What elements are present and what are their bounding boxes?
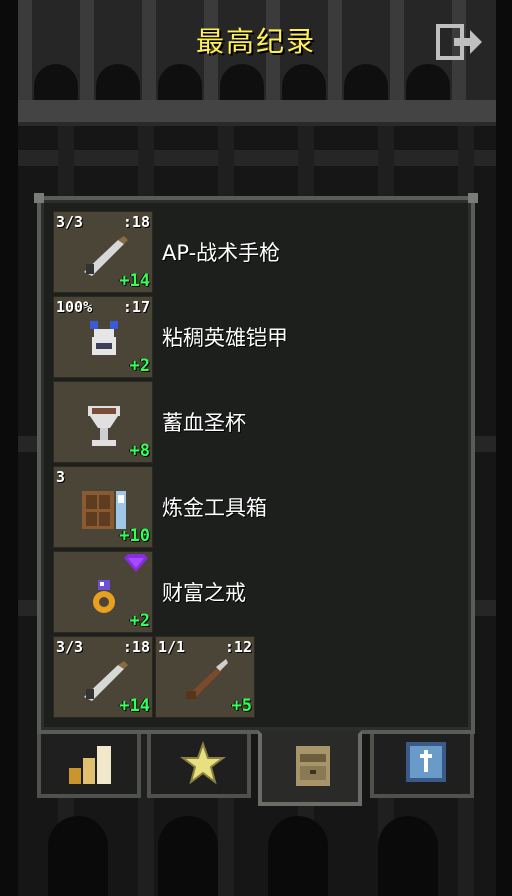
stats-bars-icon xyxy=(69,746,111,784)
upgrade-bonus: +8 xyxy=(129,441,150,461)
slot-count: 3 xyxy=(56,468,66,486)
slot-depth: :18 xyxy=(122,638,150,656)
item-name: 粘稠英雄铠甲 xyxy=(162,326,288,350)
item-name: AP-战术手枪 xyxy=(162,241,281,265)
tab-items[interactable] xyxy=(258,730,362,806)
backpack-icon xyxy=(296,746,330,786)
item-slot[interactable]: 100% :17 +2 xyxy=(53,296,153,378)
tab-journal[interactable] xyxy=(370,734,474,798)
slot-count: 3/3 xyxy=(56,638,84,656)
item-slot[interactable]: +8 xyxy=(53,381,153,463)
tab-badges[interactable] xyxy=(147,734,251,798)
exit-button[interactable] xyxy=(434,22,486,62)
upgrade-bonus: +2 xyxy=(129,611,150,631)
upgrade-bonus: +10 xyxy=(119,526,150,546)
list-item[interactable]: +8 蓄血圣杯 xyxy=(53,381,465,465)
item-slot[interactable]: +2 xyxy=(53,551,153,633)
journal-icon xyxy=(406,742,446,782)
list-item[interactable]: +2 财富之戒 xyxy=(53,551,465,635)
ring-of-wealth-icon xyxy=(93,580,115,613)
purple-gem-icon xyxy=(124,554,148,572)
upgrade-bonus: +2 xyxy=(129,356,150,376)
item-name: 炼金工具箱 xyxy=(162,496,267,520)
rifle-icon xyxy=(186,659,228,699)
upgrade-bonus: +5 xyxy=(231,696,252,716)
slot-durability: 100% xyxy=(56,298,93,316)
item-name: 财富之戒 xyxy=(162,581,246,605)
exit-door-icon xyxy=(436,24,482,60)
list-item[interactable]: 100% :17 +2 粘稠英雄铠甲 xyxy=(53,296,465,380)
quickslot-1[interactable]: 3/3 :18 +14 xyxy=(53,636,153,718)
slot-count: 1/1 xyxy=(158,638,186,656)
upgrade-bonus: +14 xyxy=(119,696,150,716)
chalice-icon xyxy=(88,406,120,446)
quickslot-2[interactable]: 1/1 :12 +5 xyxy=(155,636,255,718)
slot-depth: :18 xyxy=(122,213,150,231)
tab-stats[interactable] xyxy=(37,734,141,798)
slot-depth: :17 xyxy=(122,298,150,316)
hero-armor-icon xyxy=(90,321,118,355)
item-slot[interactable]: 3/3 :18 +14 xyxy=(53,211,153,293)
slot-depth: :12 xyxy=(224,638,252,656)
slot-count: 3/3 xyxy=(56,213,84,231)
upgrade-bonus: +14 xyxy=(119,271,150,291)
quickslot-row: 3/3 :18 +14 1/1 :12 +5 xyxy=(53,636,465,720)
list-item[interactable]: 3 +10 炼金工具箱 xyxy=(53,466,465,550)
list-item[interactable]: 3/3 :18 +14 AP-战术手枪 xyxy=(53,211,465,295)
item-slot[interactable]: 3 +10 xyxy=(53,466,153,548)
star-badges-icon xyxy=(180,741,226,785)
item-name: 蓄血圣杯 xyxy=(162,411,246,435)
